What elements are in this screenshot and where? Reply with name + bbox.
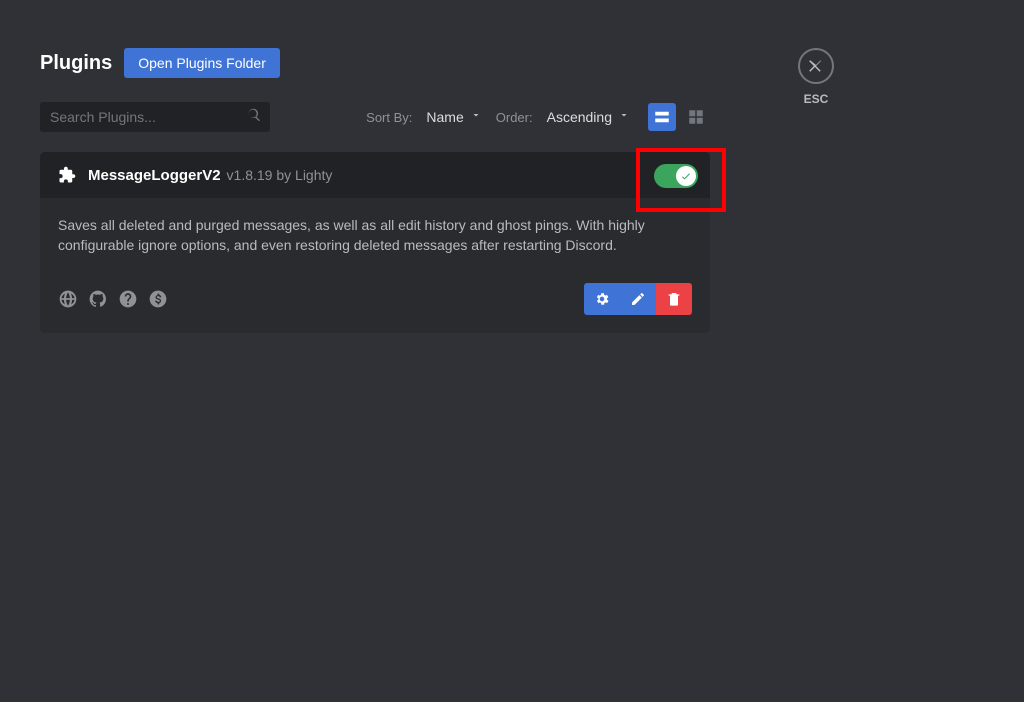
plugin-meta: v1.8.19 by Lighty xyxy=(227,167,333,183)
enable-toggle[interactable] xyxy=(654,164,698,188)
plugin-card: MessageLoggerV2 v1.8.19 by Lighty Saves … xyxy=(40,152,710,333)
delete-button[interactable] xyxy=(656,283,692,315)
list-view-button[interactable] xyxy=(648,103,676,131)
help-icon[interactable] xyxy=(118,289,138,309)
settings-button[interactable] xyxy=(584,283,620,315)
order-label: Order: xyxy=(496,110,533,125)
sort-by-select[interactable]: Name xyxy=(426,108,481,126)
grid-view-button[interactable] xyxy=(682,103,710,131)
esc-label: ESC xyxy=(804,92,829,106)
globe-icon[interactable] xyxy=(58,289,78,309)
order-value: Ascending xyxy=(547,109,612,125)
github-icon[interactable] xyxy=(88,289,108,309)
sort-by-label: Sort By: xyxy=(366,110,412,125)
close-button[interactable] xyxy=(798,48,834,84)
search-container xyxy=(40,102,270,132)
page-title: Plugins xyxy=(40,52,112,75)
plugin-header: MessageLoggerV2 v1.8.19 by Lighty xyxy=(40,152,710,198)
open-plugins-folder-button[interactable]: Open Plugins Folder xyxy=(124,48,280,78)
edit-button[interactable] xyxy=(620,283,656,315)
plugin-description: Saves all deleted and purged messages, a… xyxy=(58,216,692,255)
puzzle-icon xyxy=(58,166,76,184)
search-icon[interactable] xyxy=(246,107,262,128)
dollar-icon[interactable] xyxy=(148,289,168,309)
plugin-name: MessageLoggerV2 xyxy=(88,167,221,184)
order-select[interactable]: Ascending xyxy=(547,108,630,126)
search-input[interactable] xyxy=(50,109,246,125)
sort-by-value: Name xyxy=(426,109,463,125)
chevron-down-icon xyxy=(618,108,630,126)
chevron-down-icon xyxy=(470,108,482,126)
toggle-knob xyxy=(676,166,696,186)
